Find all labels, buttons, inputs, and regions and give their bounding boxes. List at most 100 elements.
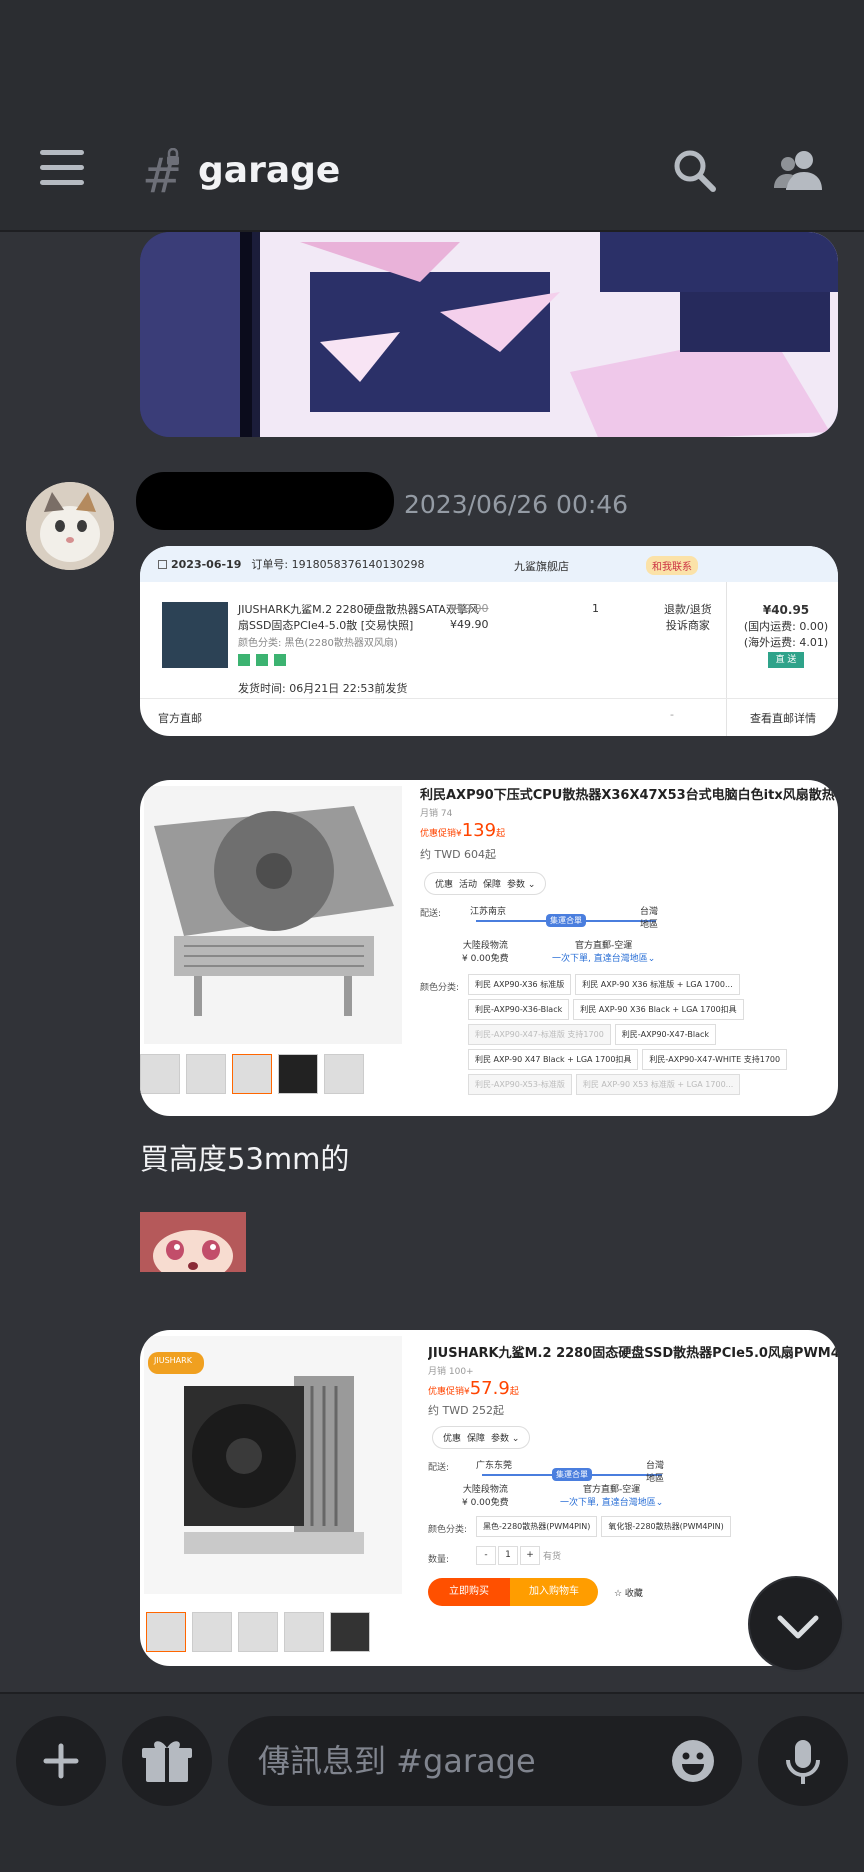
message-feed[interactable]: 2023/06/26 00:46 2023-06-19 订单号: 1918058… bbox=[0, 232, 864, 1692]
product-twd: 约 TWD 252起 bbox=[428, 1404, 505, 1417]
color-options: 利民 AXP90-X36 标准版 利民 AXP-90 X36 标准版 + LGA… bbox=[468, 974, 818, 1095]
color-options: 黑色-2280散热器(PWM4PIN) 氧化银-2280散热器(PWM4PIN) bbox=[476, 1516, 826, 1537]
product-twd: 约 TWD 604起 bbox=[420, 848, 497, 861]
domestic-shipping: (国内运费: 0.00) bbox=[743, 620, 829, 633]
color-label: 颜色分类: bbox=[420, 983, 460, 993]
order-number: 订单号: 1918058376140130298 bbox=[251, 558, 425, 571]
channel-title: garage bbox=[198, 150, 341, 191]
image-attachment-product-2[interactable]: JIUSHARK JIUSHARK九鲨M.2 2280固态硬盘SSD散热器PCI… bbox=[140, 1330, 838, 1666]
ship-option-price: ¥ 0.00免费 bbox=[462, 1498, 509, 1508]
chevron-down-icon bbox=[777, 1615, 819, 1639]
chip: 优惠 bbox=[435, 880, 454, 890]
qty-stepper[interactable]: - 1 + 有货 bbox=[476, 1546, 562, 1565]
qty-label: 数量: bbox=[428, 1555, 450, 1565]
consolidate-tag: 集運合單 bbox=[546, 914, 586, 927]
jump-to-bottom-button[interactable] bbox=[748, 1576, 844, 1672]
product-title: 利民AXP90下压式CPU散热器X36X47X53台式电脑白色itx风扇散热器 bbox=[420, 788, 836, 803]
footer-mid: - bbox=[670, 708, 674, 721]
image-attachment-product-1[interactable]: 利民AXP90下压式CPU散热器X36X47X53台式电脑白色itx风扇散热器 … bbox=[140, 780, 838, 1116]
menu-icon[interactable] bbox=[40, 150, 84, 186]
promo-price: 57.9 bbox=[469, 1378, 510, 1399]
stock-status: 有货 bbox=[542, 1552, 561, 1562]
channel-header: # garage bbox=[0, 0, 864, 232]
ship-from: 江苏南京 bbox=[470, 907, 507, 917]
option: 利民-AXP90-X36-Black bbox=[468, 999, 570, 1020]
redacted-username bbox=[136, 472, 394, 530]
cooler-image bbox=[144, 786, 402, 1044]
option: 氧化银-2280散热器(PWM4PIN) bbox=[601, 1516, 731, 1537]
lock-icon bbox=[167, 148, 179, 165]
total-price: ¥40.95 bbox=[762, 603, 810, 617]
delivery-route: 广东东莞 集運合單 台灣地區 bbox=[476, 1458, 666, 1484]
order-qty: 1 bbox=[592, 602, 599, 615]
thumbnail-strip[interactable] bbox=[146, 1612, 370, 1652]
qty-plus[interactable]: + bbox=[520, 1546, 540, 1565]
ship-option-detail: 一次下單, 直達台灣地區⌄ bbox=[560, 1498, 664, 1508]
direct-badge: 直 送 bbox=[767, 652, 805, 668]
ship-option-2: 官方直郵-空運 一次下單, 直達台灣地區⌄ bbox=[560, 1482, 663, 1508]
message-input-wrap[interactable] bbox=[228, 1716, 742, 1806]
microphone-icon bbox=[786, 1740, 820, 1784]
buy-now-button: 立即购买 bbox=[428, 1578, 510, 1606]
product-title: JIUSHARK九鲨M.2 2280固态硬盘SSD散热器PCIe5.0风扇PWM… bbox=[428, 1346, 838, 1361]
cat-avatar-image bbox=[26, 482, 114, 570]
promo-suffix: 起 bbox=[509, 1387, 519, 1397]
gift-button[interactable] bbox=[122, 1716, 212, 1806]
emoji-icon[interactable] bbox=[670, 1738, 716, 1784]
order-header: 2023-06-19 订单号: 1918058376140130298 bbox=[140, 546, 838, 582]
brand-badge: JIUSHARK bbox=[154, 1356, 192, 1365]
promo-label: 优惠促销¥ bbox=[420, 829, 462, 839]
shop-name: 九鲨旗舰店 bbox=[514, 560, 569, 573]
ship-option-title: 大陸段物流 bbox=[462, 941, 508, 951]
ship-option-title: 大陸段物流 bbox=[462, 1485, 508, 1495]
ship-option-1: 大陸段物流 ¥ 0.00免费 bbox=[462, 938, 509, 964]
user-avatar[interactable] bbox=[26, 482, 114, 570]
voice-button[interactable] bbox=[758, 1716, 848, 1806]
option: 利民 AXP-90 X36 标准版 + LGA 1700... bbox=[575, 974, 740, 995]
thumbnail-strip[interactable] bbox=[140, 1054, 364, 1094]
option: 利民 AXP-90 X36 Black + LGA 1700扣具 bbox=[573, 999, 744, 1020]
deliver-label: 配送: bbox=[428, 1463, 450, 1473]
members-icon[interactable] bbox=[774, 148, 822, 192]
ship-option-1: 大陸段物流 ¥ 0.00免费 bbox=[462, 1482, 509, 1508]
option: 利民-AXP90-X53-标准版 bbox=[468, 1074, 572, 1095]
ship-option-title: 官方直郵-空運 bbox=[583, 1485, 641, 1495]
option: 利民-AXP90-X47-WHITE 支持1700 bbox=[642, 1049, 788, 1070]
order-variant: 颜色分类: 黑色(2280散热器双风扇) bbox=[238, 638, 398, 649]
chip: 保障 bbox=[467, 1434, 486, 1444]
pixel-art-image bbox=[140, 232, 838, 437]
plus-icon bbox=[43, 1743, 79, 1779]
ship-option-title: 官方直郵-空運 bbox=[575, 941, 633, 951]
price-old: ¥69.00 bbox=[450, 602, 489, 615]
message-timestamp: 2023/06/26 00:46 bbox=[404, 490, 629, 519]
favorite-label: ☆ 收藏 bbox=[614, 1589, 643, 1599]
promo-suffix: 起 bbox=[496, 829, 506, 839]
message-composer bbox=[0, 1692, 864, 1872]
product-sales: 月销 74 bbox=[420, 809, 453, 819]
deliver-label: 配送: bbox=[420, 909, 442, 919]
option: 利民-AXP90-X47-标准版 支持1700 bbox=[468, 1024, 611, 1045]
ship-from: 广东东莞 bbox=[476, 1461, 513, 1471]
qty-minus[interactable]: - bbox=[476, 1546, 496, 1565]
delivery-route: 江苏南京 集運合單 台灣地區 bbox=[470, 904, 660, 930]
qty-value[interactable]: 1 bbox=[498, 1546, 518, 1565]
attach-button[interactable] bbox=[16, 1716, 106, 1806]
image-attachment-order[interactable]: 2023-06-19 订单号: 1918058376140130298 九鲨旗舰… bbox=[140, 546, 838, 736]
ship-to: 台灣地區 bbox=[646, 1461, 665, 1484]
sticker-image[interactable] bbox=[140, 1212, 246, 1272]
consolidate-tag: 集運合單 bbox=[552, 1468, 592, 1481]
order-ship-time: 发货时间: 06月21日 22:53前发货 bbox=[238, 682, 408, 695]
chip: 优惠 bbox=[443, 1434, 462, 1444]
image-attachment-pixel-art[interactable] bbox=[140, 232, 838, 437]
promo-label: 优惠促销¥ bbox=[428, 1387, 470, 1397]
option: 利民 AXP-90 X53 标准版 + LGA 1700... bbox=[575, 1074, 741, 1095]
color-label: 颜色分类: bbox=[428, 1525, 468, 1535]
chip: 活动 bbox=[459, 880, 478, 890]
chip: 保障 bbox=[483, 880, 502, 890]
anime-face-sticker bbox=[140, 1212, 246, 1272]
product-sales: 月销 100+ bbox=[428, 1367, 474, 1377]
message-text: 買高度53mm的 bbox=[140, 1142, 350, 1176]
message-input[interactable] bbox=[258, 1740, 658, 1782]
divider bbox=[726, 582, 727, 736]
search-icon[interactable] bbox=[672, 148, 716, 192]
